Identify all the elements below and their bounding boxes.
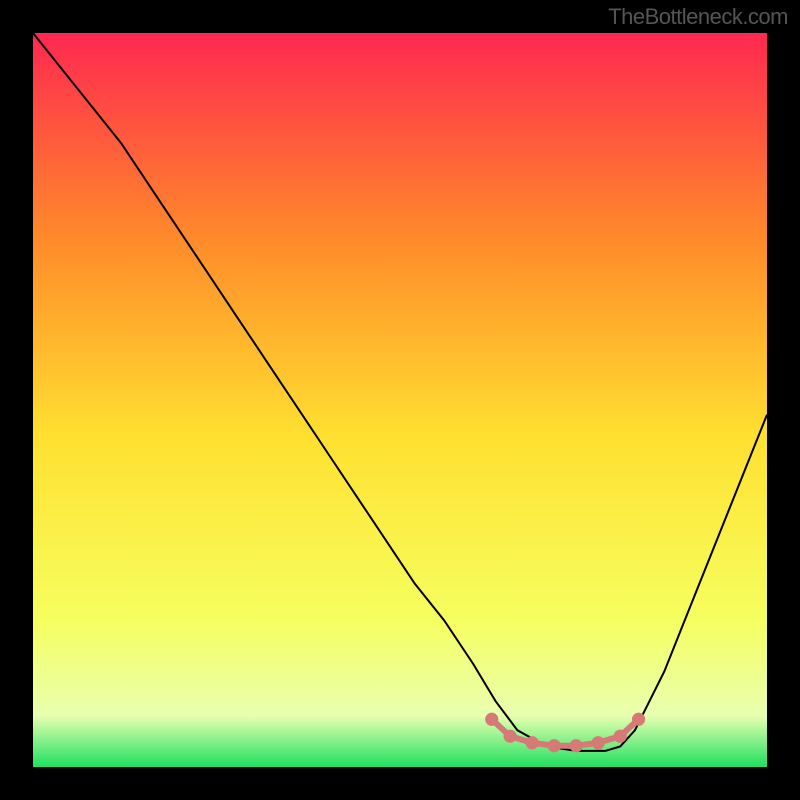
gradient-background xyxy=(33,33,767,767)
chart-svg xyxy=(33,33,767,767)
plot-area xyxy=(33,33,767,767)
watermark-text: TheBottleneck.com xyxy=(608,4,788,30)
chart-frame: TheBottleneck.com xyxy=(0,0,800,800)
